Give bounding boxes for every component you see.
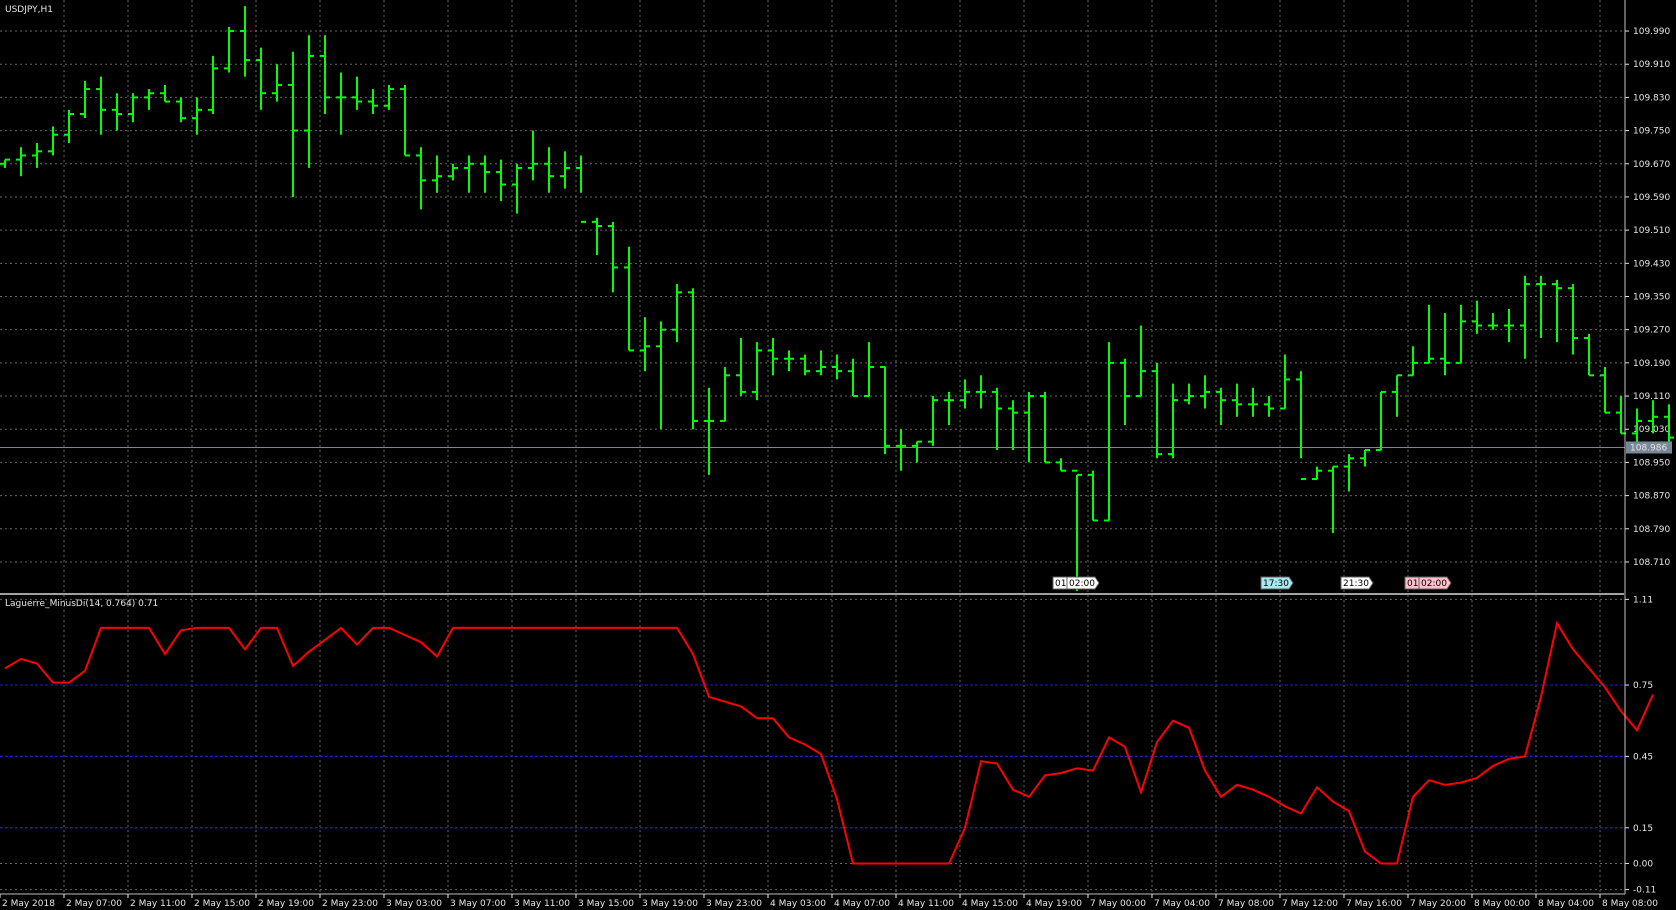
price-tick-label: 108.870 <box>1633 492 1670 502</box>
price-tick-label: 109.750 <box>1633 127 1670 137</box>
time-tick-label: 4 May 11:00 <box>898 899 954 909</box>
price-tick-label: 109.430 <box>1633 259 1670 269</box>
time-tick-label: 8 May 00:00 <box>1474 899 1530 909</box>
time-tick-label: 2 May 2018 <box>2 899 55 909</box>
time-tick-label: 2 May 11:00 <box>130 899 186 909</box>
time-tick-label: 8 May 04:00 <box>1538 899 1594 909</box>
time-tick-label: 4 May 03:00 <box>770 899 826 909</box>
time-marker: 01 02:00 <box>1404 576 1452 590</box>
time-marker-label: 02:00 <box>1069 579 1095 589</box>
time-tick-label: 8 May 08:00 <box>1602 899 1658 909</box>
time-tick-label: 4 May 15:00 <box>962 899 1018 909</box>
indicator-title: Laguerre_MinusDi(14, 0.764) 0.71 <box>5 599 158 609</box>
time-tick-label: 7 May 20:00 <box>1410 899 1466 909</box>
price-tick-label: 108.950 <box>1633 458 1670 468</box>
time-marker: 21:30 <box>1340 576 1374 590</box>
price-tick-label: 109.030 <box>1633 425 1670 435</box>
time-marker-label-left: 01 <box>1407 579 1418 589</box>
time-tick-label: 7 May 08:00 <box>1218 899 1274 909</box>
price-tick-label: 109.990 <box>1633 27 1670 37</box>
time-tick-label: 3 May 07:00 <box>450 899 506 909</box>
indicator-tick-label: 0.15 <box>1633 824 1653 834</box>
time-marker: 01 02:00 <box>1052 576 1100 590</box>
time-tick-label: 3 May 03:00 <box>386 899 442 909</box>
time-tick-label: 4 May 19:00 <box>1026 899 1082 909</box>
price-tick-label: 109.670 <box>1633 160 1670 170</box>
indicator-tick-label: 0.75 <box>1633 681 1653 691</box>
indicator-tick-label: 0.00 <box>1633 859 1653 869</box>
time-tick-label: 7 May 16:00 <box>1346 899 1402 909</box>
time-marker-label: 17:30 <box>1263 579 1289 589</box>
time-tick-label: 2 May 15:00 <box>194 899 250 909</box>
price-tick-label: 109.190 <box>1633 359 1670 369</box>
chart-background <box>0 0 1676 910</box>
time-tick-label: 7 May 00:00 <box>1090 899 1146 909</box>
time-tick-label: 3 May 15:00 <box>578 899 634 909</box>
time-marker-label-left: 01 <box>1055 579 1066 589</box>
price-tick-label: 108.710 <box>1633 558 1670 568</box>
time-tick-label: 3 May 19:00 <box>642 899 698 909</box>
price-tick-label: 109.350 <box>1633 293 1670 303</box>
time-tick-label: 7 May 04:00 <box>1154 899 1210 909</box>
time-tick-label: 2 May 07:00 <box>66 899 122 909</box>
time-marker-label: 02:00 <box>1421 579 1447 589</box>
price-tick-label: 109.270 <box>1633 326 1670 336</box>
price-tick-label: 109.590 <box>1633 193 1670 203</box>
price-tick-label: 109.910 <box>1633 60 1670 70</box>
main-chart-title: USDJPY,H1 <box>5 5 53 15</box>
time-tick-label: 7 May 12:00 <box>1282 899 1338 909</box>
price-tick-label: 109.110 <box>1633 392 1670 402</box>
time-tick-label: 2 May 23:00 <box>322 899 378 909</box>
time-tick-label: 3 May 11:00 <box>514 899 570 909</box>
price-tick-label: 109.830 <box>1633 93 1670 103</box>
time-tick-label: 2 May 19:00 <box>258 899 314 909</box>
time-marker: 17:30 <box>1260 576 1294 590</box>
price-tick-label: 108.790 <box>1633 525 1670 535</box>
indicator-tick-label: -0.11 <box>1633 886 1656 896</box>
indicator-tick-label: 1.11 <box>1633 595 1653 605</box>
trading-chart[interactable]: 109.990 109.910 109.830 109.750 109.670 109.5… <box>0 0 1676 910</box>
indicator-tick-label: 0.45 <box>1633 752 1653 762</box>
current-price-label: 108.986 <box>1630 443 1667 453</box>
time-tick-label: 4 May 07:00 <box>834 899 890 909</box>
price-tick-label: 109.510 <box>1633 226 1670 236</box>
time-tick-label: 3 May 23:00 <box>706 899 762 909</box>
time-marker-label: 21:30 <box>1343 579 1369 589</box>
